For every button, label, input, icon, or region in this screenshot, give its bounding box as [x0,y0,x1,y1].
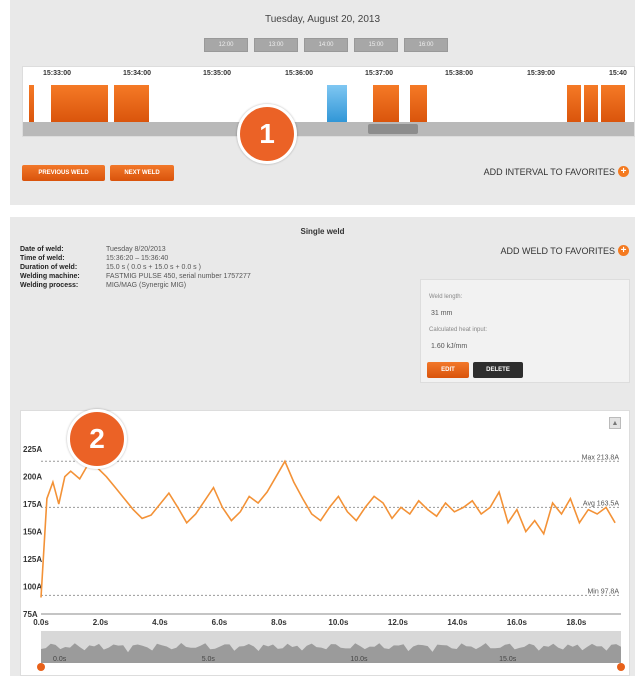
weld-length-value: 31 mm [431,310,453,317]
time-label: 15:35:00 [203,70,232,77]
weld-info-table: Date of weld: Tuesday 8/20/2013 Time of w… [20,245,251,290]
x-tick-label: 16.0s [507,618,528,627]
heat-input-value: 1.60 kJ/mm [431,343,468,350]
reference-line-label: Min 97.8A [587,588,619,595]
time-label: 15:39:00 [527,70,556,77]
next-weld-button[interactable]: NEXT WELD [110,165,174,181]
info-row: Time of weld: 15:36:20 – 15:36:40 [20,255,169,262]
navigator-handle-left [37,663,45,671]
heat-input-label: Calculated heat input: [429,327,488,333]
navigator-tick-label: 15.0s [499,656,517,663]
info-row: Date of weld: Tuesday 8/20/2013 [20,246,166,253]
add-interval-favorites-link[interactable]: ADD INTERVAL TO FAVORITES + [484,166,629,177]
y-tick-label: 175A [23,500,42,509]
callout-badge-1: 1 [237,104,297,164]
add-weld-label: ADD WELD TO FAVORITES [500,245,615,256]
weld-bar[interactable] [51,85,108,123]
y-tick-label: 150A [23,528,42,537]
y-tick-label: 100A [23,583,42,592]
callout-badge-2: 2 [67,409,127,469]
weld-bar[interactable] [29,85,34,123]
x-tick-label: 14.0s [447,618,468,627]
x-tick-label: 6.0s [212,618,228,627]
hour-button-15[interactable]: 15:00 [354,38,398,52]
y-tick-label: 200A [23,473,42,482]
add-interval-label: ADD INTERVAL TO FAVORITES [483,166,615,177]
export-icon[interactable]: ▲ [609,417,621,429]
current-series-line [40,459,616,598]
reference-line-label: Max 213.8A [582,454,620,461]
weld-bar[interactable] [567,85,581,123]
navigator-tick-label: 0.0s [53,656,67,663]
x-tick-label: 10.0s [328,618,349,627]
info-row: Duration of weld: 15.0 s ( 0.0 s + 15.0 s… [20,264,201,271]
navigator-handle-right [617,663,625,671]
y-tick-label: 225A [23,445,42,454]
time-label: 15:34:00 [123,70,152,77]
info-row: Welding machine: FASTMIG PULSE 450, seria… [20,273,251,280]
weld-bar[interactable] [584,85,598,123]
navigator-tick-label: 10.0s [350,656,368,663]
weld-length-label: Weld length: [429,294,463,300]
x-tick-label: 0.0s [33,618,49,627]
weld-details-box: Weld length: 31 mm Calculated heat input… [420,279,630,383]
weld-bar[interactable] [114,85,149,123]
x-tick-label: 2.0s [93,618,109,627]
x-tick-label: 8.0s [271,618,287,627]
plus-circle-icon: + [618,166,629,177]
plus-circle-icon: + [618,245,629,256]
x-tick-label: 4.0s [152,618,168,627]
edit-button[interactable]: EDIT [427,362,469,378]
hour-button-16[interactable]: 16:00 [404,38,448,52]
time-label: 15:36:00 [285,70,314,77]
timeline-date: Tuesday, August 20, 2013 [264,14,381,25]
weld-bar[interactable] [410,85,427,123]
y-tick-label: 125A [23,555,42,564]
navigator-tick-label: 5.0s [202,656,216,663]
weld-bar[interactable] [601,85,625,123]
timeline-scroll-thumb[interactable] [368,124,418,134]
info-row: Welding process: MIG/MAG (Synergic MIG) [20,282,187,289]
add-weld-favorites-link[interactable]: ADD WELD TO FAVORITES + [500,245,629,256]
hour-button-12[interactable]: 12:00 [204,38,248,52]
weld-title: Single weld [300,227,345,236]
weld-timeline[interactable]: 15:33:00 15:34:00 15:35:00 15:36:00 15:3… [22,66,635,137]
hour-button-13[interactable]: 13:00 [254,38,298,52]
time-label: 15:40 [609,70,627,77]
timeline-scrollbar[interactable] [23,122,634,136]
x-tick-label: 12.0s [388,618,409,627]
weld-timeline-panel: Tuesday, August 20, 2013 12:00 13:00 14:… [10,0,635,205]
time-label: 15:37:00 [365,70,394,77]
hour-button-14[interactable]: 14:00 [304,38,348,52]
weld-bar[interactable] [373,85,399,123]
weld-bar-selected[interactable] [327,85,347,123]
x-tick-label: 18.0s [566,618,587,627]
time-label: 15:38:00 [445,70,474,77]
previous-weld-button[interactable]: PREVIOUS WELD [22,165,105,181]
reference-line-label: Avg 163.5A [583,500,619,507]
time-label: 15:33:00 [43,70,72,77]
delete-button[interactable]: DELETE [473,362,523,378]
